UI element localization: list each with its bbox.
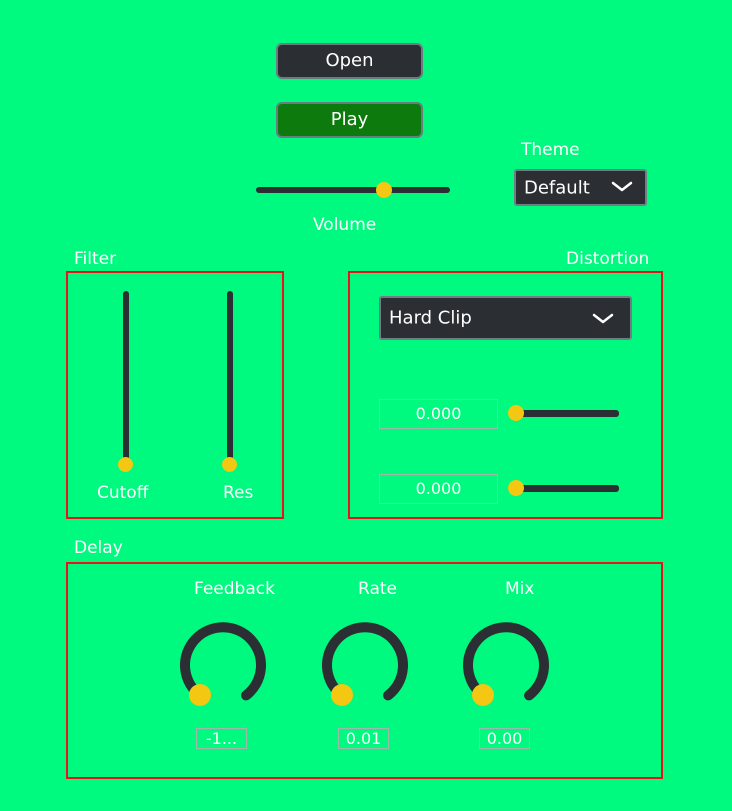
theme-label: Theme [521, 140, 580, 160]
mix-value-field[interactable]: 0.00 [479, 728, 530, 749]
distortion-param2-value-field[interactable]: 0.000 [379, 474, 498, 504]
res-slider-thumb[interactable] [222, 457, 237, 472]
distortion-group-title: Distortion [566, 249, 650, 269]
volume-slider[interactable] [256, 187, 450, 193]
res-slider[interactable] [227, 291, 233, 466]
volume-slider-thumb[interactable] [376, 182, 392, 198]
cutoff-slider-thumb[interactable] [118, 457, 133, 472]
volume-label: Volume [313, 215, 377, 235]
distortion-mode-dropdown[interactable]: Hard Clip [379, 296, 632, 340]
cutoff-slider[interactable] [123, 291, 129, 466]
feedback-knob[interactable] [173, 615, 273, 715]
rate-knob[interactable] [315, 615, 415, 715]
feedback-value-field[interactable]: -1... [196, 728, 247, 749]
play-button[interactable]: Play [276, 102, 423, 138]
filter-group-title: Filter [74, 249, 117, 269]
filter-group [66, 271, 284, 519]
mix-label: Mix [505, 579, 535, 599]
delay-group-title: Delay [74, 538, 123, 558]
distortion-param2-slider[interactable] [510, 485, 619, 492]
chevron-down-icon [592, 313, 614, 324]
mix-knob[interactable] [456, 615, 556, 715]
feedback-label: Feedback [194, 579, 275, 599]
distortion-param1-slider[interactable] [510, 410, 619, 417]
open-button[interactable]: Open [276, 43, 423, 79]
distortion-param1-value-field[interactable]: 0.000 [379, 399, 498, 429]
distortion-mode-value: Hard Clip [389, 307, 472, 329]
rate-label: Rate [358, 579, 397, 599]
theme-selected-value: Default [524, 177, 590, 198]
distortion-param1-slider-thumb[interactable] [508, 405, 524, 421]
res-label: Res [223, 483, 254, 503]
rate-value-field[interactable]: 0.01 [338, 728, 389, 749]
cutoff-label: Cutoff [97, 483, 149, 503]
distortion-param2-slider-thumb[interactable] [508, 480, 524, 496]
chevron-down-icon [611, 181, 633, 192]
theme-dropdown[interactable]: Default [514, 169, 647, 206]
